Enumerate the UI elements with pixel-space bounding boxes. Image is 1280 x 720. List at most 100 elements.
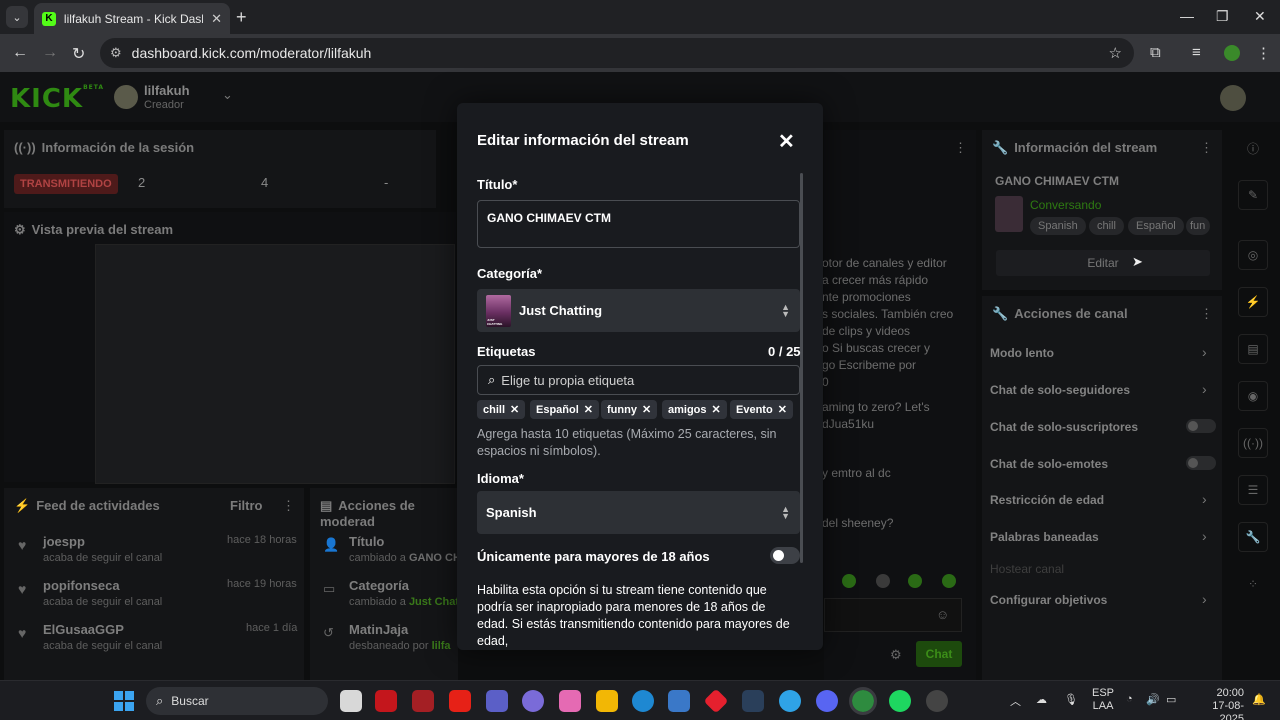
battery-icon[interactable]: ▭ [1166,693,1176,706]
photos-icon[interactable] [559,690,581,712]
tray-chevron-icon[interactable]: ︿ [1010,693,1021,709]
notification-bell-icon[interactable]: 🔔 [1252,693,1266,706]
subscribers-only-toggle[interactable] [1186,419,1216,433]
forward-arrow-icon[interactable]: → [42,44,58,62]
netflix-icon[interactable] [375,690,397,712]
chat-bubble-icon[interactable]: ◉ [1238,381,1268,411]
chat-send-button[interactable]: Chat [916,641,962,667]
kick-logo[interactable]: KICKBETA [10,84,104,114]
chevron-right-icon[interactable]: › [1202,381,1207,397]
lightning-icon[interactable]: ⚡ [1238,287,1268,317]
option-slow-mode[interactable]: Modo lento [990,346,1054,360]
emoji-picker-icon[interactable]: ☺ [936,607,949,622]
modal-scrollbar[interactable] [800,173,803,563]
feed-item-name[interactable]: joespp [43,534,162,549]
bookmark-star-icon[interactable]: ☆ [1109,44,1122,62]
option-followers-only[interactable]: Chat de solo-seguidores [990,383,1130,397]
clock[interactable]: 20:00 17-08-2025 [1192,687,1244,720]
stream-title-input[interactable]: GANO CHIMAEV CTM [477,200,800,248]
feed-filter-button[interactable]: Filtro [230,498,263,513]
chrome-icon[interactable] [849,687,877,715]
modal-close-icon[interactable]: ✕ [778,129,795,154]
remove-tag-icon[interactable]: ✕ [642,403,651,416]
emote-icon[interactable] [842,574,856,588]
option-age-restriction[interactable]: Restricción de edad [990,493,1104,507]
new-tab-icon[interactable]: + [236,7,247,28]
info-icon[interactable]: ⓘ [1238,133,1268,163]
maximize-icon[interactable]: ❐ [1216,8,1229,25]
notes-icon[interactable]: ▤ [1238,334,1268,364]
broadcast-icon[interactable]: ((·)) [1238,428,1268,458]
youtube-icon[interactable] [449,690,471,712]
wifi-icon[interactable]: ◔ [1126,693,1133,705]
media-control-icon[interactable]: ≡ [1192,44,1201,61]
site-info-icon[interactable]: ⚙ [110,45,122,61]
chat-settings-icon[interactable]: ⚙ [890,647,902,663]
volume-icon[interactable]: 🔊 [1146,693,1160,706]
edge-icon[interactable] [632,690,654,712]
emote-icon[interactable] [942,574,956,588]
option-goals[interactable]: Configurar objetivos [990,593,1107,607]
category-select[interactable]: Just Chatting ▲▼ [477,289,800,332]
channel-switch-chevron-icon[interactable]: ⌄ [222,87,233,103]
feed-item-name[interactable]: ElGusaaGGP [43,622,162,637]
mature-content-toggle[interactable] [770,547,800,564]
emotes-only-toggle[interactable] [1186,456,1216,470]
extensions-icon[interactable]: ⧉ [1150,44,1161,61]
camera-icon[interactable]: ◎ [1238,240,1268,270]
pencil-icon[interactable]: ✎ [1238,180,1268,210]
stream-category-link[interactable]: Conversando [1030,198,1101,212]
option-banned-words[interactable]: Palabras baneadas [990,530,1099,544]
windows-start-icon[interactable] [114,691,134,711]
obs-icon[interactable] [926,690,948,712]
chevron-right-icon[interactable]: › [1202,491,1207,507]
edit-stream-button[interactable]: Editar [996,250,1210,276]
user-avatar[interactable] [1220,85,1246,111]
stream-info-menu-icon[interactable]: ⋮ [1200,140,1213,156]
browser-menu-icon[interactable]: ⋮ [1256,44,1271,62]
chevron-right-icon[interactable]: › [1202,591,1207,607]
emote-icon[interactable] [908,574,922,588]
remove-tag-icon[interactable]: ✕ [712,403,721,416]
tools-icon[interactable]: 🔧 [1238,522,1268,552]
stream-preview-video[interactable] [95,244,455,484]
emote-icon[interactable] [876,574,890,588]
profile-avatar-icon[interactable] [1224,45,1240,61]
layers-icon[interactable]: ☰ [1238,475,1268,505]
discord-icon[interactable] [816,690,838,712]
remove-tag-icon[interactable]: ✕ [778,403,787,416]
browser-tab-active[interactable]: K lilfakuh Stream - Kick Dashboar ✕ [34,3,230,34]
reload-icon[interactable]: ↻ [72,44,85,64]
window-close-icon[interactable]: ✕ [1254,8,1266,25]
store-icon[interactable] [668,690,690,712]
minimize-icon[interactable]: — [1180,8,1194,24]
teams-icon[interactable] [486,690,508,712]
chevron-right-icon[interactable]: › [1202,344,1207,360]
chevron-right-icon[interactable]: › [1202,528,1207,544]
app-icon[interactable] [779,690,801,712]
tab-search-dropdown-icon[interactable]: ⌄ [6,6,28,28]
address-bar[interactable]: ⚙ dashboard.kick.com/moderator/lilfakuh … [100,38,1134,68]
language-indicator[interactable]: ESP LAA [1092,687,1114,713]
steam-icon[interactable] [742,690,764,712]
taskbar-search[interactable]: ⌕ Buscar [146,687,328,715]
channel-actions-menu-icon[interactable]: ⋮ [1200,306,1213,322]
remove-tag-icon[interactable]: ✕ [510,403,519,416]
feed-menu-icon[interactable]: ⋮ [282,498,295,514]
apps-icon[interactable]: ⁘ [1238,569,1268,599]
mcafee-icon[interactable] [412,690,434,712]
remove-tag-icon[interactable]: ✕ [584,403,593,416]
feed-item-name[interactable]: popifonseca [43,578,162,593]
tray-app-icon[interactable]: ☁ [1036,693,1047,706]
chat-menu-icon[interactable]: ⋮ [954,140,967,156]
anydesk-icon[interactable] [703,688,729,714]
spotify-icon[interactable] [889,690,911,712]
file-explorer-icon[interactable] [596,690,618,712]
task-view-icon[interactable] [340,690,362,712]
tags-search-input[interactable]: ⌕ Elige tu propia etiqueta [477,365,800,395]
back-arrow-icon[interactable]: ← [12,44,28,62]
option-subscribers-only[interactable]: Chat de solo-suscriptores [990,420,1138,434]
language-select[interactable]: Spanish ▲ ▼ [477,491,800,534]
option-emotes-only[interactable]: Chat de solo-emotes [990,457,1108,471]
tab-close-icon[interactable]: ✕ [211,11,222,27]
